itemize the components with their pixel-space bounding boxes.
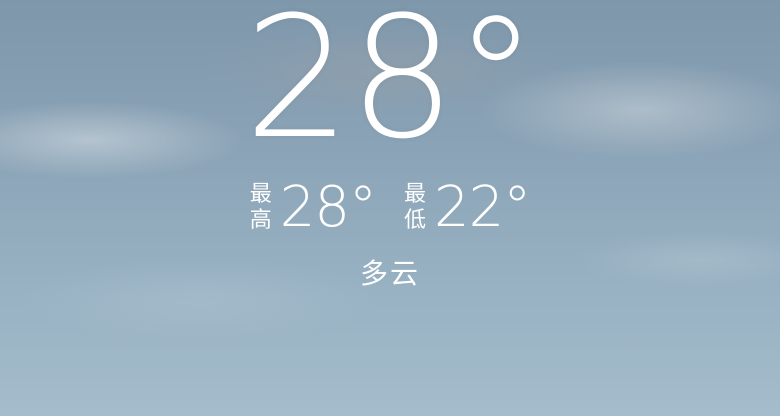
high-temperature-value: 28° <box>279 175 377 240</box>
low-temperature-label: 最 低 <box>404 182 426 234</box>
high-low-temperatures: 最 高 28° 最 低 22° <box>0 176 780 240</box>
high-label-char-2: 高 <box>249 208 272 233</box>
low-temperature: 最 低 22° <box>404 175 531 240</box>
high-temperature-label: 最 高 <box>250 182 272 234</box>
low-label-char-2: 低 <box>404 208 427 233</box>
high-temperature: 最 高 28° <box>250 175 377 240</box>
low-label-char-1: 最 <box>404 182 427 207</box>
weather-condition: 多云 <box>359 257 420 290</box>
current-temperature: 28° <box>244 0 538 176</box>
high-label-char-1: 最 <box>249 182 272 207</box>
low-temperature-value: 22° <box>434 175 531 240</box>
